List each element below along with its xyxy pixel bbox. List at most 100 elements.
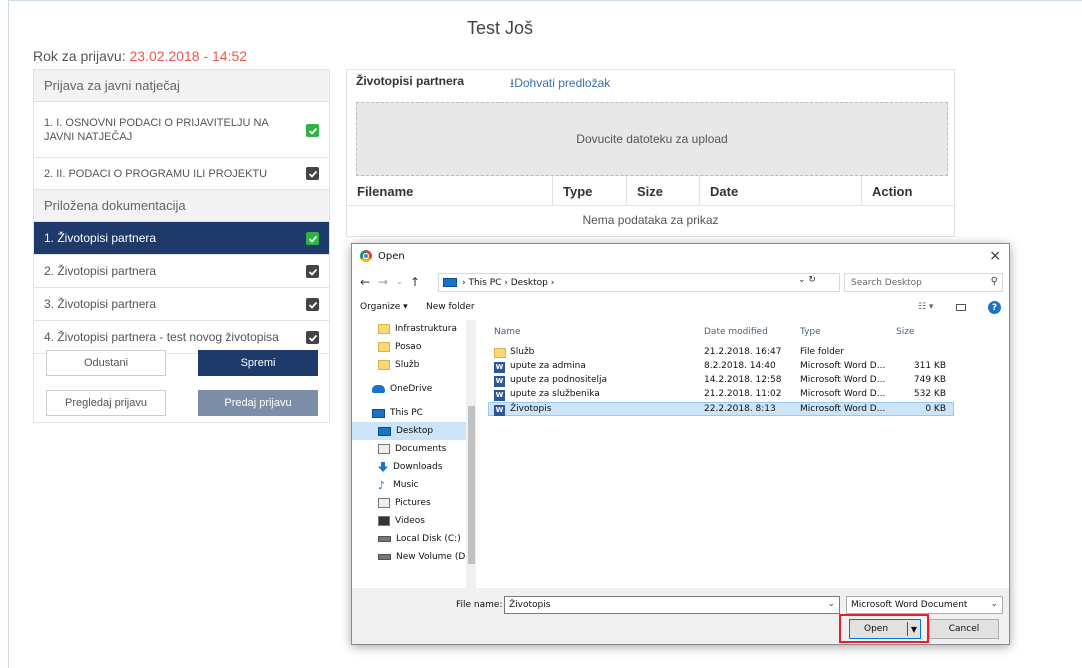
nav-item-music[interactable]: ♪ Music [352,476,466,494]
application-sidebar: Prijava za javni natječaj 1. I. OSNOVNI … [33,69,330,423]
file-name-value: Životopis [509,600,551,610]
check-icon [306,331,319,344]
refresh-icon[interactable]: ⌄ ↻ [798,275,816,285]
nav-item-documents[interactable]: Documents [352,440,466,458]
sidebar-item-basic-info[interactable]: 1. I. OSNOVNI PODACI O PRIJAVITELJU NA J… [34,102,329,158]
column-type: Type [553,176,627,205]
chevron-down-icon[interactable]: ⌄ [827,599,835,609]
nav-item-onedrive[interactable]: OneDrive [352,380,466,398]
dialog-cancel-button[interactable]: Cancel [929,619,999,639]
check-icon [306,232,319,245]
file-date: 21.2.2018. 16:47 [704,347,782,357]
forward-arrow-icon[interactable]: → [378,275,388,289]
column-size: Size [627,176,700,205]
back-arrow-icon[interactable]: ← [360,275,370,289]
sidebar-item-cv-2[interactable]: 2. Životopisi partnera [34,255,329,288]
nav-item-posao[interactable]: Posao [352,338,466,356]
check-icon [306,124,319,137]
pictures-icon [378,498,390,508]
nav-item-new-volume[interactable]: New Volume (D: [352,548,466,566]
check-icon [306,167,319,180]
nav-item-desktop[interactable]: Desktop [352,422,466,440]
preview-pane-icon[interactable] [956,304,966,311]
videos-icon [378,516,390,526]
address-bar[interactable]: › This PC › Desktop › [438,273,840,292]
sidebar-item-label: 4. Životopisi partnera - test novog živo… [44,330,279,344]
file-size: 532 KB [913,389,946,399]
column-date-modified[interactable]: Date modified [704,327,768,337]
view-options-icon[interactable]: ☷ ▾ [918,302,933,312]
upload-dropzone[interactable]: Dovucite datoteku za upload [356,102,948,176]
download-template-link[interactable]: ⭳Dohvati predložak [510,74,610,95]
documents-icon [378,444,390,454]
desktop-icon [378,426,391,436]
help-icon[interactable]: ? [988,301,1001,314]
folder-icon [378,324,390,334]
file-row[interactable]: W upute za službenika 21.2.2018. 11:02 M… [488,388,954,402]
pc-icon [372,408,385,418]
file-name: upute za službenika [510,389,600,399]
column-name[interactable]: Name [494,327,521,337]
dialog-toolbar: Organize ▾ New folder ☷ ▾ ? [352,300,1009,318]
nav-item-videos[interactable]: Videos [352,512,466,530]
navigation-pane: Infrastruktura Posao Služb OneDrive This… [352,320,478,588]
chevron-down-icon: ⌄ [990,599,998,609]
nav-item-infrastruktura[interactable]: Infrastruktura [352,320,466,338]
sidebar-item-program-data[interactable]: 2. II. PODACI O PROGRAMU ILI PROJEKTU [34,158,329,190]
address-bar-row: ← → ⌄ ↑ › This PC › Desktop › ⌄ ↻ Search… [352,272,1009,294]
nav-item-local-disk[interactable]: Local Disk (C:) [352,530,466,548]
music-icon: ♪ [378,478,386,492]
file-row[interactable]: Služb 21.2.2018. 16:47 File folder [488,346,954,360]
nav-item-label: OneDrive [390,384,433,394]
nav-item-downloads[interactable]: Downloads [352,458,466,476]
search-icon: ⚲ [990,276,998,287]
disk-icon [378,536,391,542]
nav-item-sluzb[interactable]: Služb [352,356,466,374]
file-row-selected[interactable]: W Životopis 22.2.2018. 8:13 Microsoft Wo… [488,402,954,416]
nav-item-label: This PC [390,408,423,418]
file-row[interactable]: W upute za admina 8.2.2018. 14:40 Micros… [488,360,954,374]
save-button[interactable]: Spremi [198,350,318,376]
download-template-label: Dohvati predložak [514,76,611,90]
sidebar-item-cv-3[interactable]: 3. Životopisi partnera [34,288,329,321]
search-input[interactable]: Search Desktop ⚲ [844,273,1003,292]
empty-table-message: Nema podataka za prikaz [582,213,719,227]
file-type: Microsoft Word D... [800,361,886,371]
nav-item-pictures[interactable]: Pictures [352,494,466,512]
open-file-dialog: Open × ← → ⌄ ↑ › This PC › Desktop › ⌄ ↻… [351,243,1010,645]
column-filename: Filename [347,176,553,205]
uploaded-files-table: Filename Type Size Date Action Nema poda… [347,176,954,234]
sidebar-item-label: 2. II. PODACI O PROGRAMU ILI PROJEKTU [44,167,268,180]
organize-menu[interactable]: Organize ▾ [360,302,408,312]
dialog-titlebar: Open × [352,244,1009,270]
file-list: Name Date modified Type Size Služb 21.2.… [488,320,958,588]
nav-scroll-thumb[interactable] [468,406,475,564]
breadcrumb: › This PC › Desktop › [462,277,555,288]
up-arrow-icon[interactable]: ↑ [410,275,420,289]
file-name-input[interactable]: Životopis ⌄ [504,596,840,614]
file-type-select[interactable]: Microsoft Word Document ⌄ [846,596,1003,614]
file-name: Životopis [510,404,552,414]
upload-header: Životopisi partnera ⭳Dohvati predložak [347,70,954,100]
search-placeholder: Search Desktop [851,277,922,288]
downloads-icon [378,462,388,472]
new-folder-button[interactable]: New folder [426,302,475,312]
file-row[interactable]: W upute za podnositelja 14.2.2018. 12:58… [488,374,954,388]
cancel-button[interactable]: Odustani [46,350,166,376]
sidebar-item-label: 1. Životopisi partnera [44,231,157,245]
file-date: 14.2.2018. 12:58 [704,375,782,385]
nav-item-label: Downloads [393,462,443,472]
preview-application-button[interactable]: Pregledaj prijavu [46,390,166,416]
sidebar-item-cv-1[interactable]: 1. Životopisi partnera [34,222,329,255]
close-icon[interactable]: × [989,248,1001,264]
nav-item-label: Pictures [395,498,431,508]
submit-application-button[interactable]: Predaj prijavu [198,390,318,416]
column-type[interactable]: Type [800,327,821,337]
file-type: Microsoft Word D... [800,375,886,385]
this-pc-icon [443,278,457,287]
recent-locations-icon[interactable]: ⌄ [396,277,403,286]
nav-item-this-pc[interactable]: This PC [352,404,466,422]
file-name-label: File name: [456,600,503,610]
column-size[interactable]: Size [896,327,914,337]
nav-item-label: Infrastruktura [395,324,458,334]
